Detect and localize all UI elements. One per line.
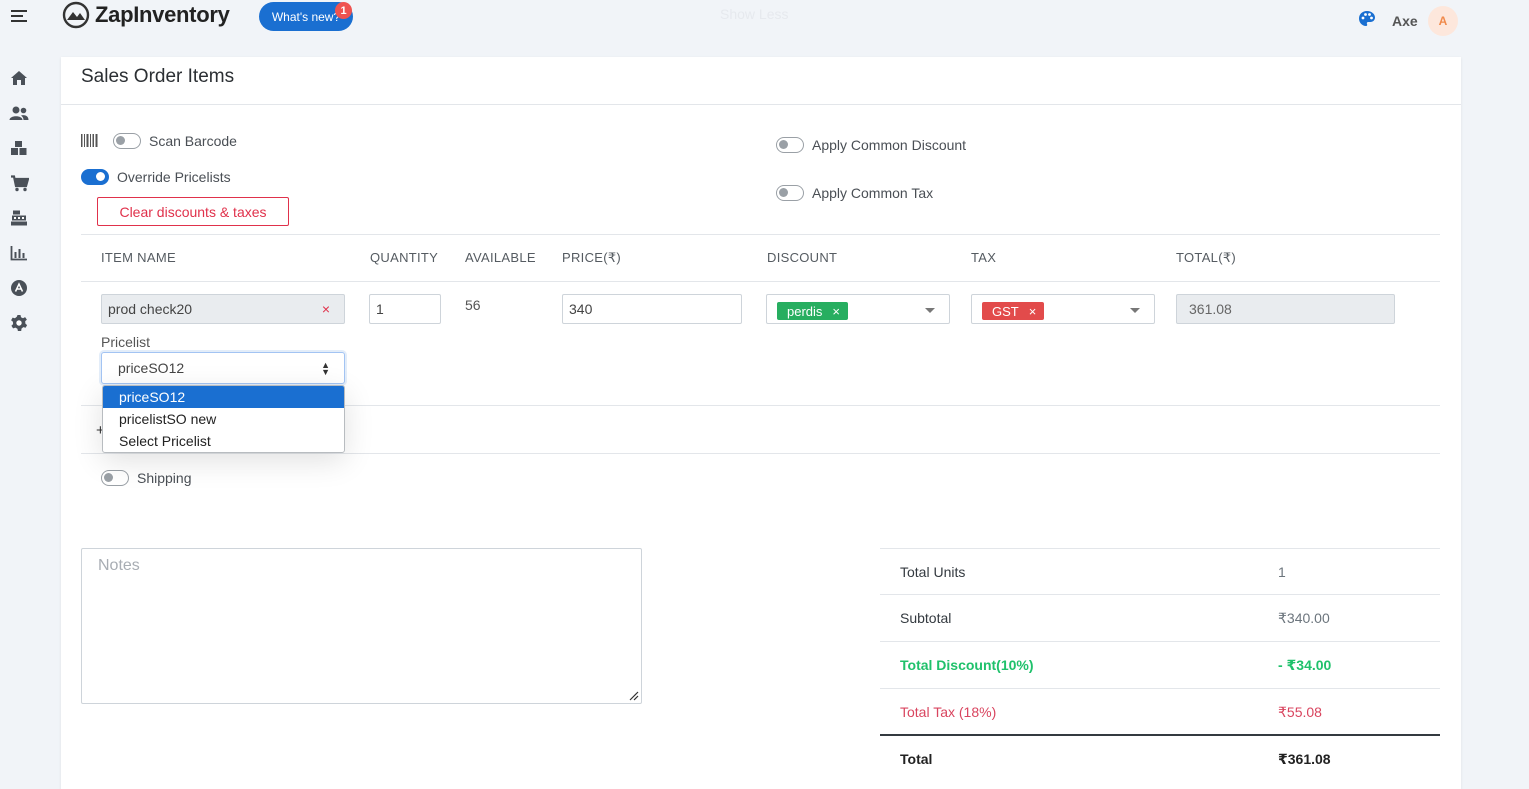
header-quantity: QUANTITY bbox=[370, 250, 439, 265]
divider bbox=[81, 453, 1440, 454]
divider bbox=[61, 104, 1461, 105]
cart-icon[interactable] bbox=[9, 173, 29, 193]
top-bar: ZapInventory What's new? 1 Show Less Axe… bbox=[0, 0, 1529, 42]
chevron-down-icon[interactable] bbox=[925, 308, 935, 313]
summary-total: Total ₹361.08 bbox=[880, 734, 1440, 781]
chevron-down-icon[interactable] bbox=[1130, 308, 1140, 313]
pricelist-option[interactable]: priceSO12 bbox=[103, 386, 344, 408]
app-logo[interactable]: ZapInventory bbox=[61, 0, 230, 30]
tax-tag-label: GST bbox=[992, 303, 1019, 319]
app-store-icon[interactable] bbox=[9, 278, 29, 298]
line-total-field: 361.08 bbox=[1176, 294, 1395, 324]
user-name[interactable]: Axe bbox=[1392, 13, 1418, 29]
discount-select[interactable]: perdis × bbox=[766, 294, 950, 324]
remove-item-icon[interactable]: × bbox=[322, 301, 330, 317]
header-total: TOTAL(₹) bbox=[1176, 250, 1237, 265]
summary-label: Total bbox=[900, 751, 933, 767]
select-arrows-icon: ▲ ▼ bbox=[321, 360, 330, 377]
summary-label: Total Tax (18%) bbox=[900, 704, 997, 720]
scan-barcode-toggle[interactable] bbox=[113, 133, 141, 149]
override-pricelists-toggle[interactable] bbox=[81, 169, 109, 185]
logo-icon bbox=[62, 1, 90, 29]
summary-tax: Total Tax (18%) ₹55.08 bbox=[880, 688, 1440, 735]
remove-discount-icon[interactable]: × bbox=[832, 304, 840, 319]
divider bbox=[81, 234, 1440, 235]
summary-value: - ₹34.00 bbox=[1278, 657, 1332, 673]
summary-label: Total Discount(10%) bbox=[900, 657, 1034, 673]
header-item-name: ITEM NAME bbox=[101, 250, 176, 265]
scan-barcode-label: Scan Barcode bbox=[149, 133, 237, 149]
tax-select[interactable]: GST × bbox=[971, 294, 1155, 324]
barcode-icon bbox=[81, 134, 98, 152]
summary-total-units: Total Units 1 bbox=[880, 548, 1440, 595]
pricelist-option[interactable]: pricelistSO new bbox=[103, 408, 344, 430]
override-pricelists-label: Override Pricelists bbox=[117, 169, 231, 185]
price-input[interactable]: 340 bbox=[562, 294, 742, 324]
quantity-input[interactable]: 1 bbox=[369, 294, 441, 324]
shipping-label: Shipping bbox=[137, 470, 192, 486]
summary-value: ₹55.08 bbox=[1278, 704, 1322, 720]
avatar[interactable]: A bbox=[1428, 6, 1458, 36]
summary-value: ₹340.00 bbox=[1278, 610, 1330, 626]
apply-common-discount-label: Apply Common Discount bbox=[812, 137, 967, 153]
apply-common-discount-toggle[interactable] bbox=[776, 137, 804, 153]
item-name-value: prod check20 bbox=[108, 301, 193, 317]
summary-value: 1 bbox=[1278, 564, 1286, 580]
show-less-link[interactable]: Show Less bbox=[720, 6, 788, 22]
summary-label: Subtotal bbox=[900, 610, 952, 626]
resize-handle-icon[interactable] bbox=[629, 691, 639, 701]
clear-discounts-taxes-button[interactable]: Clear discounts & taxes bbox=[97, 197, 289, 226]
discount-tag-label: perdis bbox=[787, 303, 823, 319]
summary-subtotal: Subtotal ₹340.00 bbox=[880, 594, 1440, 641]
pricelist-dropdown: priceSO12 pricelistSO new Select Priceli… bbox=[102, 385, 345, 453]
users-icon[interactable] bbox=[9, 103, 29, 123]
app-name: ZapInventory bbox=[95, 2, 230, 27]
pricelist-label: Pricelist bbox=[101, 334, 151, 350]
boxes-icon[interactable] bbox=[9, 138, 29, 158]
header-available: AVAILABLE bbox=[465, 250, 536, 265]
menu-toggle-icon[interactable] bbox=[0, 0, 40, 32]
summary-discount: Total Discount(10%) - ₹34.00 bbox=[880, 641, 1440, 688]
palette-icon[interactable] bbox=[1358, 10, 1376, 33]
summary-label: Total Units bbox=[900, 564, 966, 580]
item-name-field[interactable]: prod check20 × bbox=[101, 294, 345, 324]
notes-placeholder: Notes bbox=[98, 557, 140, 574]
home-icon[interactable] bbox=[9, 68, 29, 88]
available-value: 56 bbox=[465, 297, 481, 313]
apply-common-tax-label: Apply Common Tax bbox=[812, 185, 934, 201]
chart-icon[interactable] bbox=[9, 243, 29, 263]
summary-value: ₹361.08 bbox=[1278, 751, 1331, 767]
notification-badge: 1 bbox=[335, 2, 352, 19]
cash-register-icon[interactable] bbox=[9, 208, 29, 228]
remove-tax-icon[interactable]: × bbox=[1029, 304, 1037, 319]
header-price: PRICE(₹) bbox=[562, 250, 622, 265]
section-title: Sales Order Items bbox=[81, 66, 235, 87]
pricelist-option[interactable]: Select Pricelist bbox=[103, 430, 344, 452]
divider bbox=[81, 281, 1440, 282]
header-tax: TAX bbox=[971, 250, 997, 265]
shipping-toggle[interactable] bbox=[101, 470, 129, 486]
header-discount: DISCOUNT bbox=[767, 250, 838, 265]
tax-tag: GST × bbox=[982, 302, 1045, 320]
discount-tag: perdis × bbox=[777, 302, 849, 320]
pricelist-selected-value: priceSO12 bbox=[118, 360, 185, 376]
notes-textarea[interactable]: Notes bbox=[81, 548, 642, 704]
apply-common-tax-toggle[interactable] bbox=[776, 185, 804, 201]
sales-order-items-card: Sales Order Items Scan Barcode Override … bbox=[61, 57, 1461, 789]
gear-icon[interactable] bbox=[9, 313, 29, 333]
pricelist-select[interactable]: priceSO12 ▲ ▼ bbox=[101, 352, 345, 384]
